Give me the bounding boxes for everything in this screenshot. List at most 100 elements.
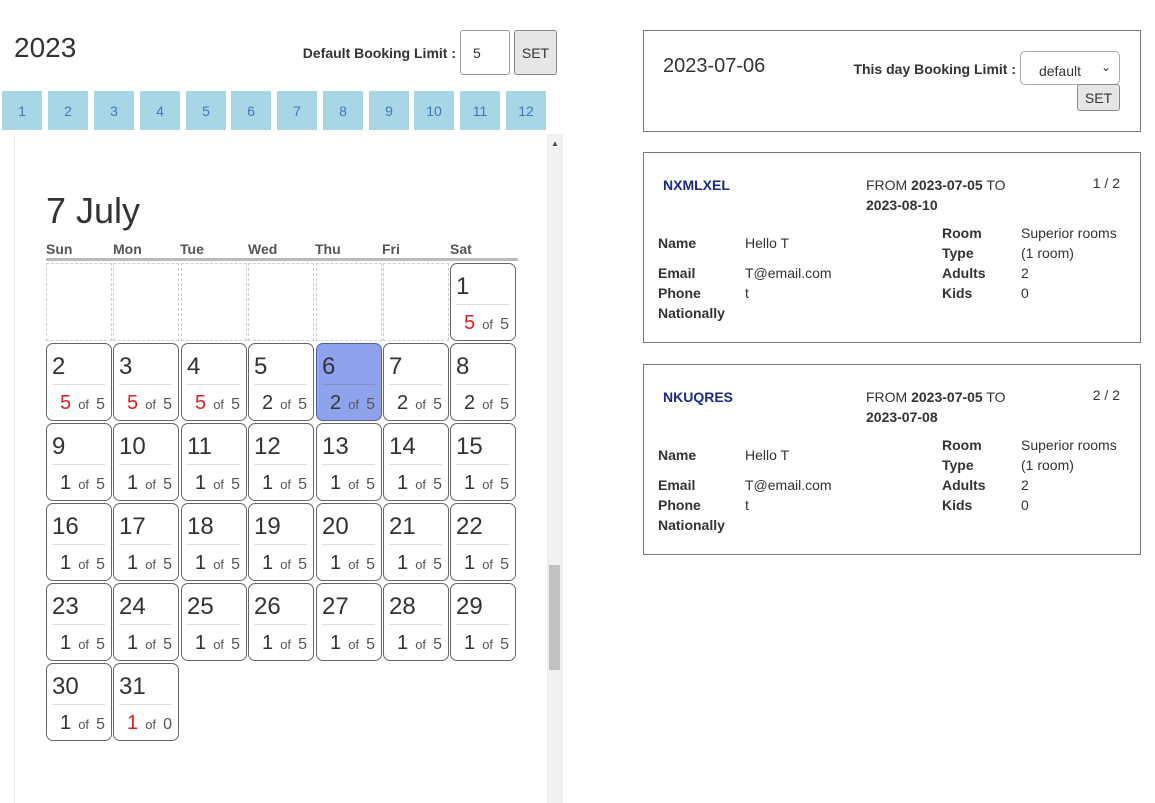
month-tab-6[interactable]: 6	[231, 91, 271, 130]
booked-count: 2	[330, 392, 342, 414]
calendar-day-19[interactable]: 19 1 of 5	[248, 503, 314, 581]
limit-count: 5	[96, 636, 105, 653]
booked-count: 1	[262, 552, 274, 574]
month-tab-9[interactable]: 9	[369, 91, 409, 130]
calendar-day-18[interactable]: 18 1 of 5	[181, 503, 247, 581]
month-tab-2[interactable]: 2	[48, 91, 88, 130]
booking-code[interactable]: NKUQRES	[663, 389, 733, 405]
calendar-day-16[interactable]: 16 1 of 5	[46, 503, 112, 581]
booking-count: 5 of 5	[456, 312, 509, 335]
of-label: of	[280, 477, 292, 492]
booking-code[interactable]: NXMLXEL	[663, 177, 730, 193]
calendar-day-6[interactable]: 6 2 of 5	[316, 343, 382, 421]
day-number: 7	[389, 353, 403, 380]
calendar-day-17[interactable]: 17 1 of 5	[113, 503, 179, 581]
booking-count: 2 of 5	[254, 392, 307, 415]
calendar-day-7[interactable]: 7 2 of 5	[383, 343, 449, 421]
day-divider	[254, 624, 307, 625]
month-tab-8[interactable]: 8	[323, 91, 363, 130]
calendar-day-25[interactable]: 25 1 of 5	[181, 583, 247, 661]
calendar-day-3[interactable]: 3 5 of 5	[113, 343, 179, 421]
booking-card[interactable]: NXMLXEL FROM 2023-07-05 TO 2023-08-10 1 …	[643, 152, 1141, 343]
booking-count: 2 of 5	[389, 392, 442, 415]
default-limit-set-button[interactable]: SET	[514, 30, 557, 75]
calendar-day-20[interactable]: 20 1 of 5	[316, 503, 382, 581]
calendar-day-5[interactable]: 5 2 of 5	[248, 343, 314, 421]
calendar-panel: 7 July Sun Mon Tue Wed Thu Fri Sat 1 5 of 5…	[14, 134, 548, 803]
calendar-day-13[interactable]: 13 1 of 5	[316, 423, 382, 501]
day-divider	[52, 624, 105, 625]
limit-count: 0	[163, 716, 172, 733]
calendar-day-2[interactable]: 2 5 of 5	[46, 343, 112, 421]
month-tab-12[interactable]: 12	[506, 91, 546, 130]
limit-count: 5	[298, 396, 307, 413]
booking-count: 1 of 5	[389, 472, 442, 495]
booking-count: 1 of 5	[456, 552, 509, 575]
day-number: 26	[254, 593, 281, 620]
booked-count: 1	[195, 632, 207, 654]
scroll-up-arrow-icon[interactable]: ▲	[547, 138, 563, 150]
calendar-day-29[interactable]: 29 1 of 5	[450, 583, 516, 661]
calendar-day-12[interactable]: 12 1 of 5	[248, 423, 314, 501]
booking-index: 2 / 2	[1092, 387, 1120, 403]
month-tab-7[interactable]: 7	[277, 91, 317, 130]
adults-label: Adults	[942, 477, 986, 493]
phone-value: t	[745, 497, 749, 513]
day-divider	[119, 704, 172, 705]
scrollbar-thumb[interactable]	[549, 565, 560, 670]
month-tab-4[interactable]: 4	[140, 91, 180, 130]
booking-count: 1 of 5	[322, 552, 375, 575]
of-label: of	[145, 397, 157, 412]
calendar-day-24[interactable]: 24 1 of 5	[113, 583, 179, 661]
calendar-day-15[interactable]: 15 1 of 5	[450, 423, 516, 501]
calendar-day-21[interactable]: 21 1 of 5	[383, 503, 449, 581]
calendar-day-30[interactable]: 30 1 of 5	[46, 663, 112, 741]
day-limit-set-button[interactable]: SET	[1077, 84, 1120, 111]
limit-count: 5	[96, 556, 105, 573]
day-divider	[322, 544, 375, 545]
day-booking-limit-select[interactable]: default ⌄	[1020, 51, 1120, 85]
calendar-day-4[interactable]: 4 5 of 5	[181, 343, 247, 421]
booked-count: 5	[60, 392, 72, 414]
calendar-day-8[interactable]: 8 2 of 5	[450, 343, 516, 421]
month-tab-11[interactable]: 11	[460, 91, 500, 130]
calendar-day-1[interactable]: 1 5 of 5	[450, 263, 516, 341]
limit-count: 5	[500, 396, 509, 413]
calendar-day-10[interactable]: 10 1 of 5	[113, 423, 179, 501]
booked-count: 5	[195, 392, 207, 414]
month-tab-5[interactable]: 5	[186, 91, 226, 130]
booking-count: 1 of 5	[52, 632, 105, 655]
calendar-day-26[interactable]: 26 1 of 5	[248, 583, 314, 661]
of-label: of	[213, 637, 225, 652]
phone-label: Phone	[658, 285, 701, 301]
day-divider	[187, 624, 240, 625]
booked-count: 1	[195, 472, 207, 494]
calendar-day-28[interactable]: 28 1 of 5	[383, 583, 449, 661]
booking-count: 2 of 5	[322, 392, 375, 415]
booked-count: 1	[127, 632, 139, 654]
calendar-day-14[interactable]: 14 1 of 5	[383, 423, 449, 501]
month-tab-3[interactable]: 3	[94, 91, 134, 130]
day-number: 5	[254, 353, 268, 380]
month-tab-1[interactable]: 1	[2, 91, 42, 130]
calendar-day-9[interactable]: 9 1 of 5	[46, 423, 112, 501]
limit-count: 5	[163, 636, 172, 653]
booking-count: 5 of 5	[52, 392, 105, 415]
calendar-scrollbar[interactable]: ▲	[547, 134, 563, 803]
month-tab-10[interactable]: 10	[414, 91, 454, 130]
calendar-day-23[interactable]: 23 1 of 5	[46, 583, 112, 661]
default-booking-limit-input[interactable]	[460, 30, 510, 75]
day-divider	[52, 544, 105, 545]
adults-value: 2	[1021, 265, 1029, 281]
name-label: Name	[658, 235, 697, 251]
calendar-day-22[interactable]: 22 1 of 5	[450, 503, 516, 581]
day-divider	[52, 384, 105, 385]
calendar-day-11[interactable]: 11 1 of 5	[181, 423, 247, 501]
of-label: of	[348, 477, 360, 492]
calendar-day-27[interactable]: 27 1 of 5	[316, 583, 382, 661]
day-number: 22	[456, 513, 483, 540]
to-date: 2023-07-08	[866, 409, 938, 425]
booking-card[interactable]: NKUQRES FROM 2023-07-05 TO 2023-07-08 2 …	[643, 364, 1141, 555]
booking-count: 2 of 5	[456, 392, 509, 415]
calendar-day-31[interactable]: 31 1 of 0	[113, 663, 179, 741]
